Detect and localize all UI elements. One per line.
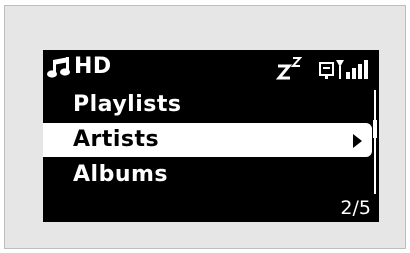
menu-item-playlists[interactable]: Playlists: [43, 88, 372, 122]
music-note-icon: [47, 57, 70, 78]
sleep-timer-icon: [276, 57, 302, 80]
menu-item-label: Artists: [73, 127, 160, 152]
device-frame: HD Playlists Artists Albums 2/5: [4, 5, 406, 249]
chevron-right-icon: [353, 134, 362, 148]
menu-item-albums[interactable]: Albums: [43, 158, 372, 192]
source-label: HD: [74, 54, 112, 79]
wireless-signal-icon: [319, 60, 368, 79]
menu-item-label: Playlists: [73, 92, 182, 117]
menu-item-artists[interactable]: Artists: [43, 123, 372, 157]
status-bar: HD: [43, 50, 379, 84]
scrollbar-track[interactable]: [374, 90, 376, 194]
menu-item-label: Albums: [73, 162, 168, 187]
page-indicator: 2/5: [340, 197, 371, 219]
scrollbar-thumb[interactable]: [373, 120, 377, 138]
display-screen: HD Playlists Artists Albums 2/5: [43, 50, 379, 222]
